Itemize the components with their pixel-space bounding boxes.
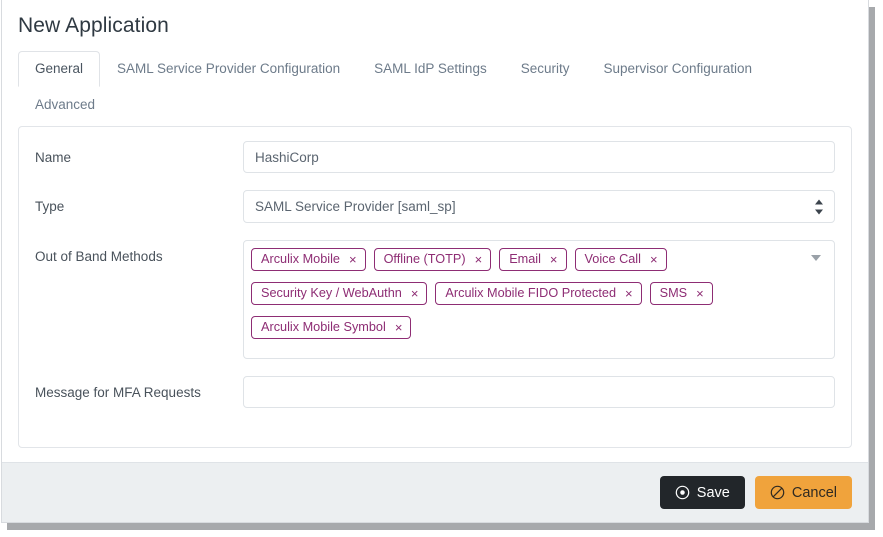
tab-saml-idp-settings[interactable]: SAML IdP Settings bbox=[357, 51, 504, 87]
mfa-message-label: Message for MFA Requests bbox=[35, 385, 201, 400]
tag-arculix-mobile-symbol[interactable]: Arculix Mobile Symbol × bbox=[251, 316, 412, 339]
remove-tag-icon[interactable]: × bbox=[624, 287, 634, 300]
name-field-wrap bbox=[243, 141, 835, 173]
remove-tag-icon[interactable]: × bbox=[410, 287, 420, 300]
tab-supervisor-configuration[interactable]: Supervisor Configuration bbox=[586, 51, 769, 87]
tag-arculix-mobile-fido-protected[interactable]: Arculix Mobile FIDO Protected × bbox=[435, 282, 642, 305]
tag-security-key-webauthn[interactable]: Security Key / WebAuthn × bbox=[251, 282, 428, 305]
type-selected-value: SAML Service Provider [saml_sp] bbox=[255, 199, 456, 214]
save-button-label: Save bbox=[696, 484, 730, 501]
save-button[interactable]: Save bbox=[659, 476, 745, 509]
tag-list: Arculix Mobile × Offline (TOTP) × Email … bbox=[251, 248, 796, 350]
tag-sms[interactable]: SMS × bbox=[649, 282, 713, 305]
ban-icon bbox=[770, 485, 785, 500]
name-field-row: Name bbox=[35, 141, 835, 173]
tab-saml-service-provider-configuration[interactable]: SAML Service Provider Configuration bbox=[100, 51, 357, 87]
remove-tag-icon[interactable]: × bbox=[394, 321, 404, 334]
name-label: Name bbox=[35, 150, 72, 165]
cancel-button[interactable]: Cancel bbox=[754, 476, 852, 509]
tab-label: SAML Service Provider Configuration bbox=[117, 61, 341, 76]
cancel-button-label: Cancel bbox=[791, 484, 837, 501]
tag-label: Arculix Mobile Symbol bbox=[261, 320, 386, 334]
tag-voice-call[interactable]: Voice Call × bbox=[574, 248, 667, 271]
tag-label: Voice Call bbox=[584, 252, 641, 266]
mfa-message-input[interactable] bbox=[243, 376, 835, 408]
new-application-window: New Application General SAML Service Pro… bbox=[1, 0, 869, 523]
type-field-row: Type SAML Service Provider [saml_sp] bbox=[35, 190, 835, 223]
tag-email[interactable]: Email × bbox=[499, 248, 567, 271]
remove-tag-icon[interactable]: × bbox=[474, 253, 484, 266]
type-label: Type bbox=[35, 199, 65, 214]
tag-label: Arculix Mobile FIDO Protected bbox=[445, 286, 617, 300]
type-select[interactable]: SAML Service Provider [saml_sp] bbox=[243, 190, 835, 223]
tag-offline-totp[interactable]: Offline (TOTP) × bbox=[373, 248, 492, 271]
tag-label: Offline (TOTP) bbox=[383, 252, 466, 266]
tab-label: Advanced bbox=[35, 97, 96, 112]
tag-arculix-mobile[interactable]: Arculix Mobile × bbox=[251, 248, 366, 271]
tab-label: General bbox=[35, 61, 84, 76]
out-of-band-methods-row: Out of Band Methods Arculix Mobile × Off… bbox=[35, 240, 835, 359]
tab-label: Supervisor Configuration bbox=[603, 61, 753, 76]
general-form-panel: Name Type SAML Service Provider [saml_sp… bbox=[18, 126, 852, 448]
remove-tag-icon[interactable]: × bbox=[695, 287, 705, 300]
tab-bar: General SAML Service Provider Configurat… bbox=[2, 51, 868, 123]
name-input[interactable] bbox=[243, 141, 835, 173]
tag-label: Email bbox=[509, 252, 541, 266]
type-field-wrap: SAML Service Provider [saml_sp] bbox=[243, 190, 835, 223]
type-select-wrap: SAML Service Provider [saml_sp] bbox=[243, 190, 835, 223]
tab-advanced[interactable]: Advanced bbox=[18, 87, 112, 123]
out-of-band-methods-label: Out of Band Methods bbox=[35, 249, 163, 264]
remove-tag-icon[interactable]: × bbox=[348, 253, 358, 266]
page-title: New Application bbox=[18, 14, 169, 37]
tag-label: Arculix Mobile bbox=[261, 252, 340, 266]
tag-label: Security Key / WebAuthn bbox=[261, 286, 402, 300]
tag-label: SMS bbox=[659, 286, 688, 300]
record-circle-icon bbox=[675, 485, 690, 500]
mfa-message-row: Message for MFA Requests bbox=[35, 376, 835, 408]
out-of-band-methods-multiselect[interactable]: Arculix Mobile × Offline (TOTP) × Email … bbox=[243, 240, 835, 359]
form-footer: Save Cancel bbox=[2, 462, 868, 522]
remove-tag-icon[interactable]: × bbox=[649, 253, 659, 266]
tab-general[interactable]: General bbox=[18, 51, 101, 87]
remove-tag-icon[interactable]: × bbox=[549, 253, 559, 266]
tab-label: Security bbox=[520, 61, 570, 76]
tab-label: SAML IdP Settings bbox=[374, 61, 487, 76]
tab-security[interactable]: Security bbox=[504, 51, 587, 87]
mfa-message-field-wrap bbox=[243, 376, 835, 408]
out-of-band-field-wrap: Arculix Mobile × Offline (TOTP) × Email … bbox=[243, 240, 835, 359]
chevron-down-icon[interactable] bbox=[811, 255, 821, 261]
